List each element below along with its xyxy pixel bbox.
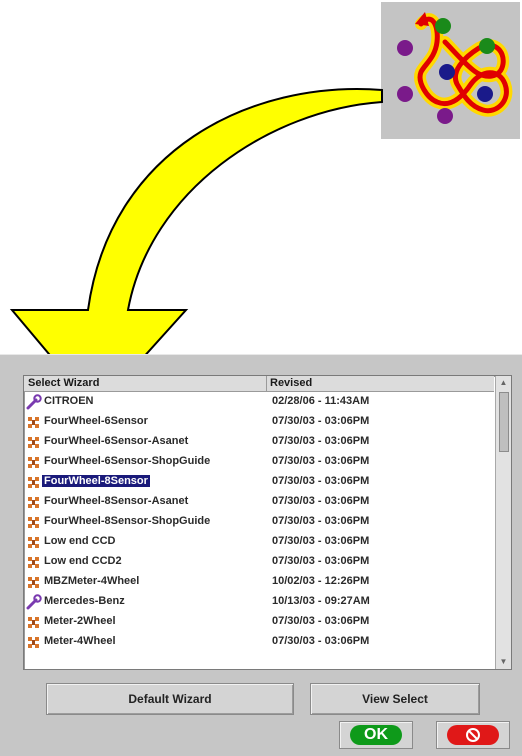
- list-item-revised: 10/02/03 - 12:26PM: [272, 575, 370, 587]
- list-item-name: FourWheel-6Sensor-ShopGuide: [44, 455, 211, 467]
- list-item-revised: 10/13/03 - 09:27AM: [272, 595, 370, 607]
- list-item[interactable]: FourWheel-6Sensor-ShopGuide 07/30/03 - 03…: [24, 452, 494, 472]
- wheel-icon: [26, 574, 42, 590]
- scroll-up-icon[interactable]: ▲: [498, 378, 509, 388]
- ok-button[interactable]: OK: [339, 721, 413, 749]
- wheel-icon: [26, 614, 42, 630]
- wheel-icon: [26, 454, 42, 470]
- list-item[interactable]: FourWheel-8Sensor-ShopGuide 07/30/03 - 03…: [24, 512, 494, 532]
- list-item[interactable]: Low end CCD 07/30/03 - 03:06PM: [24, 532, 494, 552]
- column-header-name[interactable]: Select Wizard: [28, 377, 99, 389]
- wizard-list[interactable]: Select Wizard Revised CITROEN 02/28/06 - …: [23, 375, 512, 670]
- list-item-revised: 07/30/03 - 03:06PM: [272, 635, 370, 647]
- list-header: Select Wizard Revised: [24, 376, 494, 392]
- list-item-revised: 07/30/03 - 03:06PM: [272, 475, 370, 487]
- list-item[interactable]: Meter-2Wheel 07/30/03 - 03:06PM: [24, 612, 494, 632]
- list-item-name: MBZMeter-4Wheel: [44, 575, 140, 587]
- list-item-name: FourWheel-8Sensor-Asanet: [44, 495, 189, 507]
- list-item-revised: 07/30/03 - 03:06PM: [272, 515, 370, 527]
- column-divider[interactable]: [266, 376, 267, 391]
- cancel-pill: [447, 725, 499, 745]
- list-item[interactable]: FourWheel-6Sensor-Asanet 07/30/03 - 03:06…: [24, 432, 494, 452]
- list-item-name: FourWheel-6Sensor-Asanet: [44, 435, 189, 447]
- list-item[interactable]: CITROEN 02/28/06 - 11:43AM: [24, 392, 494, 412]
- list-item-name: Mercedes-Benz: [44, 595, 125, 607]
- wheel-icon: [26, 514, 42, 530]
- ok-label: OK: [350, 725, 402, 745]
- list-item[interactable]: FourWheel-8Sensor 07/30/03 - 03:06PM: [24, 472, 494, 492]
- list-item-name: CITROEN: [44, 395, 94, 407]
- scroll-down-icon[interactable]: ▼: [498, 657, 509, 667]
- list-item-name: FourWheel-6Sensor: [44, 415, 148, 427]
- view-select-button[interactable]: View Select: [310, 683, 480, 715]
- wizard-badge-icon: [381, 2, 520, 139]
- list-item-revised: 07/30/03 - 03:06PM: [272, 535, 370, 547]
- list-item-revised: 02/28/06 - 11:43AM: [272, 395, 370, 407]
- list-item-name: Meter-4Wheel: [44, 635, 116, 647]
- scroll-thumb[interactable]: [499, 392, 509, 452]
- cancel-button[interactable]: [436, 721, 510, 749]
- default-wizard-button[interactable]: Default Wizard: [46, 683, 294, 715]
- list-item-name: Low end CCD2: [44, 555, 122, 567]
- list-item-revised: 07/30/03 - 03:06PM: [272, 555, 370, 567]
- list-item[interactable]: MBZMeter-4Wheel 10/02/03 - 12:26PM: [24, 572, 494, 592]
- wheel-icon: [26, 534, 42, 550]
- wheel-icon: [26, 414, 42, 430]
- wheel-icon: [26, 634, 42, 650]
- list-item-name: FourWheel-8Sensor-ShopGuide: [44, 515, 211, 527]
- list-item-name: FourWheel-8Sensor: [42, 475, 150, 487]
- wheel-icon: [26, 434, 42, 450]
- list-item-name: Meter-2Wheel: [44, 615, 116, 627]
- cancel-icon: [466, 728, 480, 742]
- list-item[interactable]: Meter-4Wheel 07/30/03 - 03:06PM: [24, 632, 494, 652]
- wheel-icon: [26, 554, 42, 570]
- wheel-icon: [26, 474, 42, 490]
- list-item-revised: 07/30/03 - 03:06PM: [272, 435, 370, 447]
- list-item[interactable]: Low end CCD2 07/30/03 - 03:06PM: [24, 552, 494, 572]
- list-item-revised: 07/30/03 - 03:06PM: [272, 495, 370, 507]
- list-item[interactable]: FourWheel-8Sensor-Asanet 07/30/03 - 03:06…: [24, 492, 494, 512]
- wizard-select-dialog: Select Wizard Revised CITROEN 02/28/06 - …: [0, 354, 522, 756]
- wheel-icon: [26, 494, 42, 510]
- vertical-scrollbar[interactable]: ▲ ▼: [495, 376, 511, 669]
- list-item[interactable]: Mercedes-Benz 10/13/03 - 09:27AM: [24, 592, 494, 612]
- wrench-icon: [26, 394, 42, 410]
- wrench-icon: [26, 594, 42, 610]
- list-item-name: Low end CCD: [44, 535, 116, 547]
- list-item-revised: 07/30/03 - 03:06PM: [272, 415, 370, 427]
- list-item-revised: 07/30/03 - 03:06PM: [272, 455, 370, 467]
- list-item-revised: 07/30/03 - 03:06PM: [272, 615, 370, 627]
- list-item[interactable]: FourWheel-6Sensor 07/30/03 - 03:06PM: [24, 412, 494, 432]
- column-header-revised[interactable]: Revised: [270, 377, 312, 389]
